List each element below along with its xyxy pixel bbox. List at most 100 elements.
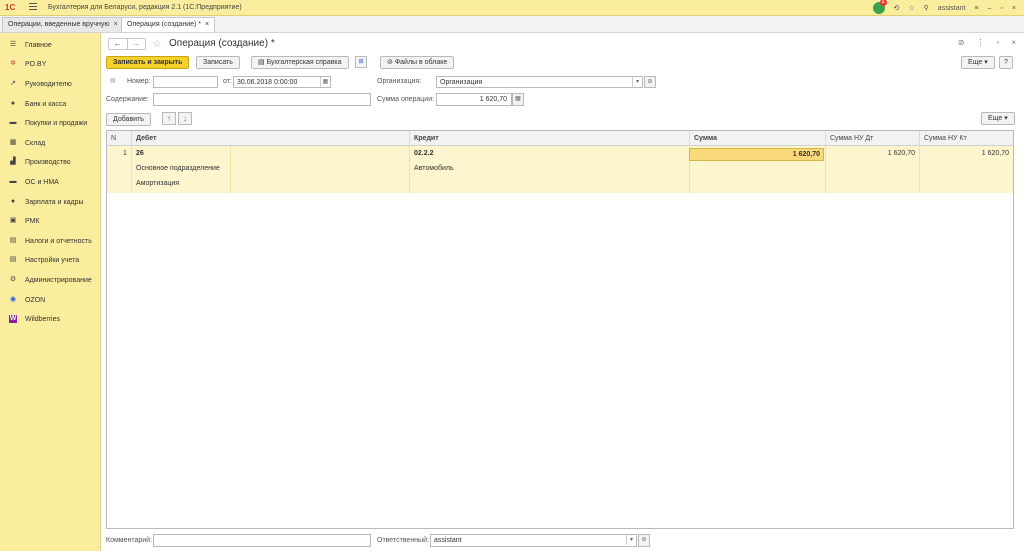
restore-icon[interactable]: ▫ [1000, 5, 1002, 12]
operation-sum-field[interactable]: 1 620,70 [436, 93, 512, 106]
more-vertical-icon[interactable]: ⋮ [976, 38, 984, 47]
calendar-icon[interactable]: ▦ [320, 77, 330, 87]
sidebar-item-label: Покупки и продажи [25, 119, 88, 127]
sum-cell[interactable]: 1 620,70 [689, 148, 824, 161]
table-header: N Дебет Кредит Сумма Сумма НУ Дт Сумма Н… [107, 131, 1013, 146]
sidebar-item-salary[interactable]: ● Зарплата и кадры [9, 195, 84, 209]
sidebar-item-manager[interactable]: ↗ Руководителю [9, 77, 72, 91]
col-credit[interactable]: Кредит [409, 131, 689, 146]
sidebar-item-warehouse[interactable]: ▦ Склад [9, 136, 46, 150]
add-row-button[interactable]: Добавить [106, 113, 151, 126]
factory-icon: ▟ [10, 158, 16, 165]
structure-icon[interactable]: ⊞ [355, 56, 367, 68]
sidebar-item-taxes[interactable]: ▤ Налоги и отчетность [9, 234, 92, 248]
menu-icon[interactable] [29, 3, 37, 11]
minimize-icon[interactable]: – [988, 5, 992, 12]
content-field[interactable] [153, 93, 371, 106]
debit-subconto-1[interactable]: Основное подразделение [136, 165, 220, 172]
tab-operation-create[interactable]: Операция (создание) * × [121, 17, 216, 32]
title-bar: 1С Бухгалтерия для Беларуси, редакция 2.… [0, 0, 1024, 16]
report-icon: ▤ [9, 237, 17, 244]
open-windows-bar: Операции, введенные вручную × Операция (с… [0, 16, 1024, 33]
settings-menu-icon[interactable]: ≡ [974, 5, 978, 12]
sidebar-item-ozon[interactable]: ◉ OZON [9, 293, 45, 307]
col-n[interactable]: N [107, 131, 131, 146]
sum-nu-kt-cell[interactable]: 1 620,70 [919, 150, 1009, 157]
sidebar-item-poby[interactable]: ✲ PO.BY [9, 57, 46, 71]
sidebar-item-rmk[interactable]: ▣ РМК [9, 214, 40, 228]
reference-label: Бухгалтерская справка [266, 59, 342, 66]
ozon-icon: ◉ [9, 296, 17, 303]
date-field[interactable]: 30.06.2018 0:00:00 ▦ [233, 76, 331, 88]
date-value: 30.06.2018 0:00:00 [237, 79, 298, 86]
col-sum-nu-kt[interactable]: Сумма НУ Кт [919, 131, 1013, 146]
debit-subconto-2[interactable]: Амортизация [136, 180, 179, 187]
sidebar-item-label: OZON [25, 296, 46, 304]
app-logo: 1С [5, 3, 16, 12]
gear-icon: ⚙ [9, 276, 17, 283]
sidebar-item-production[interactable]: ▟ Производство [9, 155, 70, 169]
col-debit[interactable]: Дебет [131, 131, 409, 146]
close-icon[interactable]: × [1012, 5, 1016, 12]
open-organization-icon[interactable]: ⊘ [644, 76, 656, 88]
col-sum[interactable]: Сумма [689, 131, 825, 146]
notifications-icon[interactable]: 1 [872, 0, 887, 14]
tab-label: Операция (создание) * [127, 21, 201, 28]
save-button[interactable]: Записать [196, 56, 240, 69]
notifications-badge: 1 [879, 0, 887, 6]
sidebar-item-label: Главное [25, 41, 52, 49]
close-tab-icon[interactable]: × [205, 21, 209, 28]
close-tab-icon[interactable]: × [114, 21, 118, 28]
calculator-icon[interactable]: ▦ [512, 93, 524, 106]
forward-icon[interactable]: → [126, 39, 146, 49]
col-sum-nu-dt[interactable]: Сумма НУ Дт [825, 131, 919, 146]
link-icon[interactable]: ⊘ [958, 38, 965, 47]
close-form-icon[interactable]: × [1011, 38, 1016, 47]
back-icon[interactable]: ← [109, 39, 127, 49]
cloud-files-button[interactable]: ⊘ Файлы в облаке [380, 56, 455, 69]
sidebar-item-label: Банк и касса [25, 100, 67, 108]
table-more-label: Еще [988, 115, 1003, 122]
open-responsible-icon[interactable]: ⊘ [638, 534, 650, 547]
responsible-value: assistant [434, 537, 462, 544]
sidebar-item-label: Администрирование [25, 276, 92, 284]
history-icon[interactable]: ⟲ [894, 4, 900, 12]
credit-account[interactable]: 02.2.2 [414, 150, 433, 157]
organization-field[interactable]: Организация ▾ [436, 76, 643, 88]
user-name[interactable]: assistant [938, 5, 966, 12]
help-button[interactable]: ? [999, 56, 1013, 69]
warehouse-icon: ▦ [9, 139, 17, 146]
sidebar-item-bank[interactable]: ● Банк и касса [9, 97, 66, 111]
sidebar-item-wildberries[interactable]: W Wildberries [9, 312, 60, 326]
favorite-star-icon[interactable]: ☆ [152, 37, 162, 50]
sidebar-item-purchases[interactable]: ▬ Покупки и продажи [9, 116, 88, 130]
dropdown-icon[interactable]: ▾ [626, 535, 636, 545]
sidebar-item-admin[interactable]: ⚙ Администрирование [9, 273, 92, 287]
debit-account[interactable]: 26 [136, 150, 144, 157]
dropdown-icon[interactable]: ▾ [632, 77, 642, 87]
favorites-icon[interactable]: ☆ [908, 4, 914, 12]
save-and-close-button[interactable]: Записать и закрыть [106, 56, 190, 69]
sidebar-item-assets[interactable]: ▬ ОС и НМА [9, 175, 59, 189]
credit-subconto-1[interactable]: Автомобиль [414, 165, 454, 172]
sidebar-item-settings[interactable]: ▤ Настройки учета [9, 253, 79, 267]
move-down-icon[interactable]: ↓ [178, 112, 192, 125]
search-icon[interactable]: ⚲ [924, 4, 929, 12]
sum-nu-dt-cell[interactable]: 1 620,70 [825, 150, 915, 157]
number-field[interactable] [153, 76, 218, 88]
cart-icon: ▬ [9, 119, 17, 126]
reference-button[interactable]: ▤ Бухгалтерская справка [251, 56, 349, 69]
responsible-field[interactable]: assistant ▾ [430, 534, 637, 547]
sidebar-item-label: Налоги и отчетность [25, 237, 92, 245]
maximize-icon[interactable]: ▫ [996, 38, 999, 47]
table-row[interactable]: 1 26 Основное подразделение Амортизация … [107, 146, 1013, 193]
table-more-button[interactable]: Еще ▾ [981, 112, 1015, 125]
navigation-arrows: ← → [108, 38, 146, 50]
form-area: ← → ☆ Операция (создание) * ⊘ ⋮ ▫ × Запи… [101, 33, 1024, 551]
sidebar-item-label: Настройки учета [25, 256, 80, 264]
comment-field[interactable] [153, 534, 371, 547]
more-button[interactable]: Еще ▾ [961, 56, 995, 69]
move-up-icon[interactable]: ↑ [162, 112, 176, 125]
tab-manual-operations[interactable]: Операции, введенные вручную × [2, 17, 124, 32]
sidebar-item-main[interactable]: ☰ Главное [9, 38, 52, 52]
